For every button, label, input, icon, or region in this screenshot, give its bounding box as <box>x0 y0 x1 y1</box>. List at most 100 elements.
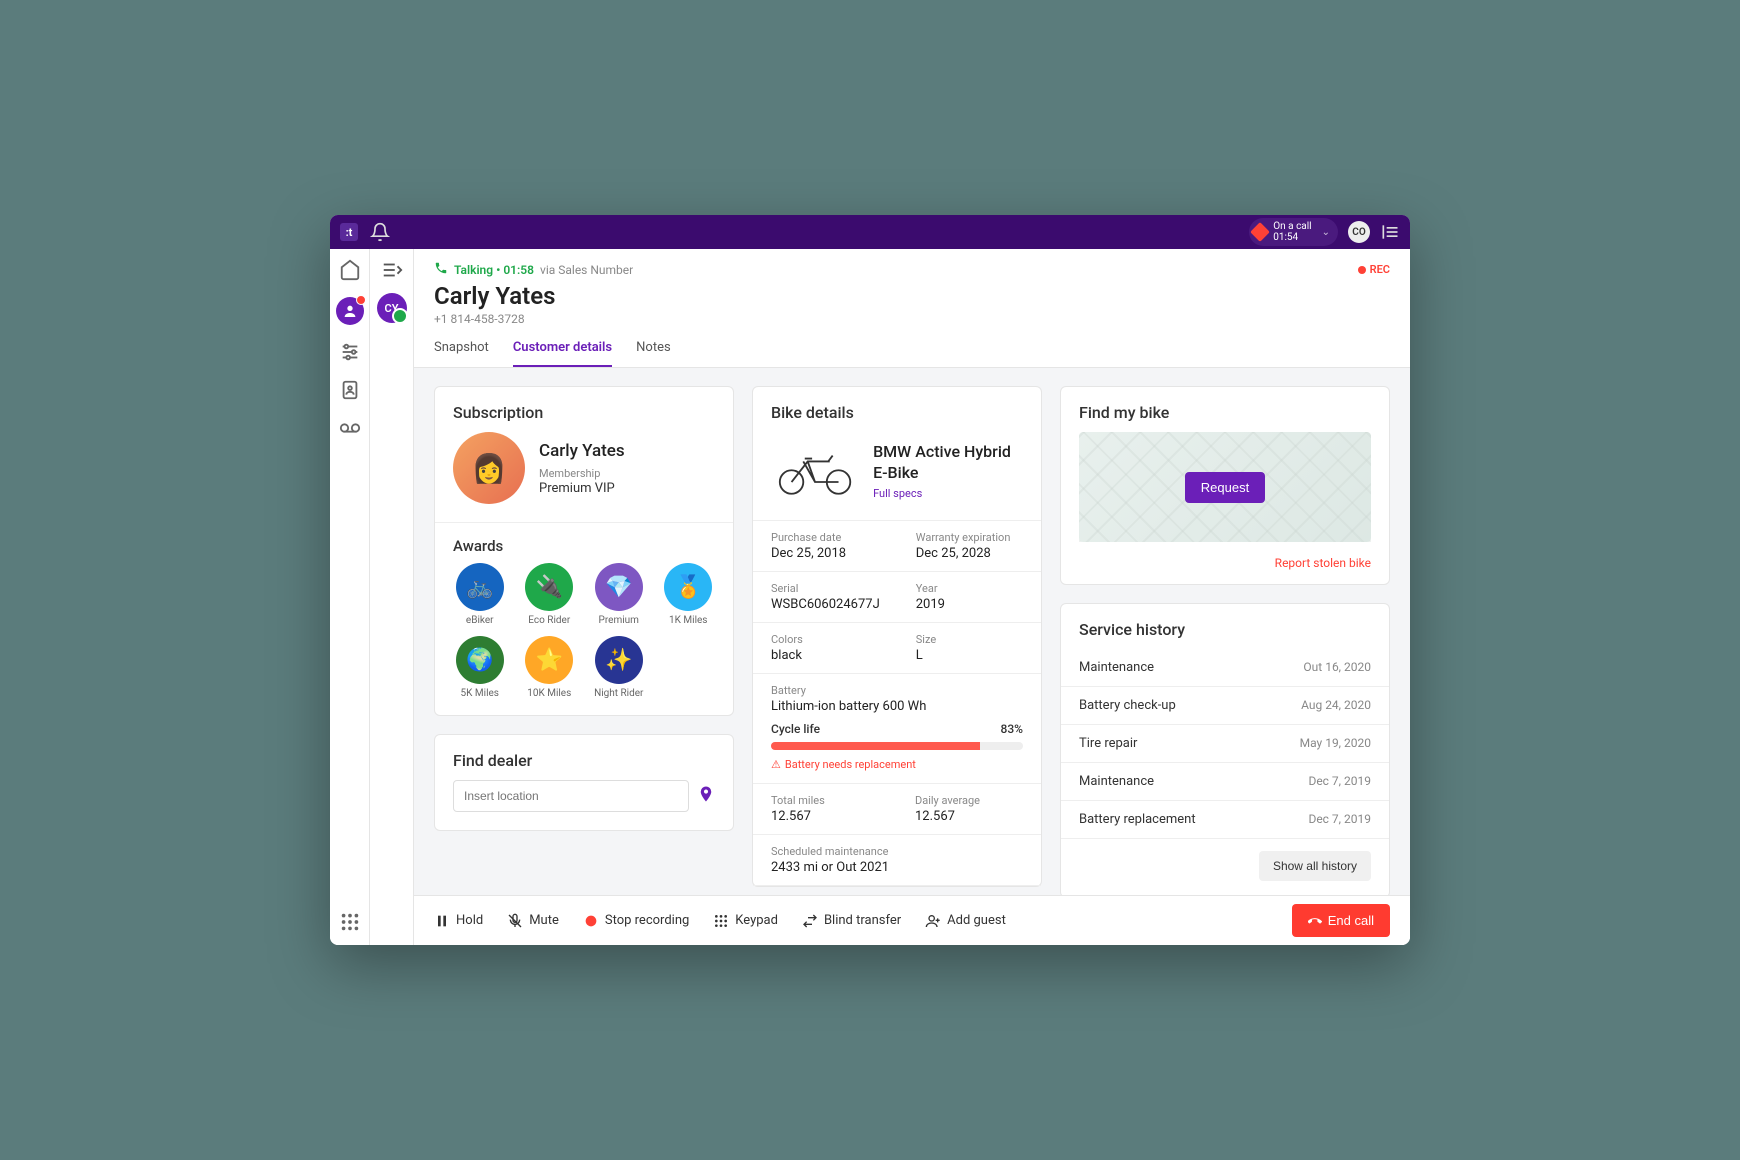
award-label: Eco Rider <box>528 615 570 626</box>
full-specs-link[interactable]: Full specs <box>873 487 1023 500</box>
award-item: 🔌Eco Rider <box>519 563 581 626</box>
bike-title: Bike details <box>753 387 1041 432</box>
cycle-life-label: Cycle life <box>771 722 820 736</box>
location-pin-icon[interactable] <box>697 785 715 808</box>
app-window: :t On a call 01:54 ⌄ CO <box>330 215 1410 945</box>
tab-notes[interactable]: Notes <box>636 340 671 367</box>
scheduled-maint-value: 2433 mi or Out 2021 <box>771 860 1023 875</box>
apps-grid-icon[interactable] <box>339 911 361 933</box>
award-label: Night Rider <box>594 688 643 699</box>
pause-icon <box>434 913 450 929</box>
award-label: 10K Miles <box>527 688 571 699</box>
mute-button[interactable]: Mute <box>507 913 559 929</box>
user-avatar[interactable]: CO <box>1348 221 1370 243</box>
award-label: eBiker <box>466 615 494 626</box>
warranty-value: Dec 25, 2028 <box>916 546 1023 561</box>
bike-image <box>771 436 859 506</box>
purchase-date-value: Dec 25, 2018 <box>771 546 880 561</box>
membership-label: Membership <box>539 467 625 480</box>
cycle-progress-bar <box>771 742 1023 750</box>
award-label: 5K Miles <box>461 688 499 699</box>
size-value: L <box>916 648 1023 663</box>
mic-off-icon <box>507 913 523 929</box>
history-date: Dec 7, 2019 <box>1308 774 1371 789</box>
find-bike-card: Find my bike Request Report stolen bike <box>1060 386 1390 585</box>
request-location-button[interactable]: Request <box>1185 472 1265 503</box>
history-date: Out 16, 2020 <box>1303 660 1371 675</box>
recording-indicator: REC <box>1358 263 1390 276</box>
award-item: 💎Premium <box>588 563 650 626</box>
tabs: Snapshot Customer details Notes <box>434 340 1390 367</box>
battery-warning: Battery needs replacement <box>771 758 1023 771</box>
subscription-name: Carly Yates <box>539 441 625 461</box>
contacts-icon[interactable] <box>336 297 364 325</box>
show-all-history-button[interactable]: Show all history <box>1259 851 1371 881</box>
bike-name: BMW Active Hybrid E-Bike <box>873 442 1023 484</box>
serial-label: Serial <box>771 582 880 595</box>
panel-toggle-icon[interactable] <box>1380 222 1400 242</box>
awards-title: Awards <box>435 523 733 563</box>
award-item: ⭐ 10K Miles <box>519 636 581 699</box>
history-row[interactable]: Maintenance Dec 7, 2019 <box>1061 763 1389 801</box>
contact-avatar[interactable]: CY <box>377 293 407 323</box>
record-icon <box>583 913 599 929</box>
status-diamond-icon <box>1250 222 1270 242</box>
phone-active-icon <box>434 261 448 278</box>
award-badge-icon: 🏅 <box>664 563 712 611</box>
tab-customer-details[interactable]: Customer details <box>513 340 612 367</box>
header: Talking • 01:58 via Sales Number REC Car… <box>414 249 1410 368</box>
hold-button[interactable]: Hold <box>434 913 483 929</box>
colors-label: Colors <box>771 633 880 646</box>
app-logo-icon[interactable]: :t <box>340 223 358 241</box>
hangup-icon <box>1308 914 1322 928</box>
bell-icon[interactable] <box>370 222 390 242</box>
award-label: 1K Miles <box>669 615 707 626</box>
find-dealer-card: Find dealer <box>434 734 734 831</box>
call-status-timer: 01:54 <box>1273 232 1311 243</box>
end-call-button[interactable]: End call <box>1292 904 1390 937</box>
daily-avg-value: 12.567 <box>915 809 1023 824</box>
bike-details-card: Bike details BMW Active Hybrid E-Bike Fu… <box>752 386 1042 887</box>
call-via-text: via Sales Number <box>540 263 633 277</box>
award-item: 🚲 eBiker <box>449 563 511 626</box>
stop-recording-button[interactable]: Stop recording <box>583 913 689 929</box>
find-bike-title: Find my bike <box>1061 387 1389 432</box>
award-badge-icon: 🚲 <box>456 563 504 611</box>
voicemail-icon[interactable] <box>339 417 361 439</box>
history-label: Maintenance <box>1079 774 1154 789</box>
call-status-text: Talking • 01:58 <box>454 263 534 277</box>
call-status-pill[interactable]: On a call 01:54 ⌄ <box>1249 218 1338 246</box>
year-label: Year <box>916 582 1023 595</box>
collapse-icon[interactable] <box>381 259 403 281</box>
sub-rail: CY <box>370 249 414 945</box>
add-person-icon <box>925 913 941 929</box>
history-row[interactable]: Battery check-upAug 24, 2020 <box>1061 687 1389 725</box>
add-guest-button[interactable]: Add guest <box>925 913 1006 929</box>
size-label: Size <box>916 633 1023 646</box>
blind-transfer-button[interactable]: Blind transfer <box>802 913 901 929</box>
history-row[interactable]: Tire repairMay 19, 2020 <box>1061 725 1389 763</box>
tab-snapshot[interactable]: Snapshot <box>434 340 489 367</box>
service-history-card: Service history MaintenanceOut 16, 2020B… <box>1060 603 1390 895</box>
call-controls-bar: Hold Mute Stop recording Keypad Blind tr… <box>414 895 1410 945</box>
address-book-icon[interactable] <box>339 379 361 401</box>
history-row[interactable]: Battery replacementDec 7, 2019 <box>1061 801 1389 839</box>
keypad-button[interactable]: Keypad <box>713 913 778 929</box>
settings-sliders-icon[interactable] <box>339 341 361 363</box>
award-badge-icon: ⭐ <box>525 636 573 684</box>
find-dealer-title: Find dealer <box>435 735 733 780</box>
transfer-icon <box>802 913 818 929</box>
home-icon[interactable] <box>339 259 361 281</box>
dealer-location-input[interactable] <box>453 780 689 812</box>
map-placeholder: Request <box>1079 432 1371 542</box>
award-label: Premium <box>599 615 639 626</box>
award-item: 🏅 1K Miles <box>658 563 720 626</box>
chevron-down-icon: ⌄ <box>1322 227 1330 238</box>
award-badge-icon: 🌍 <box>456 636 504 684</box>
history-label: Maintenance <box>1079 660 1154 675</box>
report-stolen-link[interactable]: Report stolen bike <box>1061 552 1389 584</box>
history-row[interactable]: Maintenance Out 16, 2020 <box>1061 649 1389 687</box>
customer-avatar: 👩 <box>453 432 525 504</box>
year-value: 2019 <box>916 597 1023 612</box>
customer-name: Carly Yates <box>434 282 1390 310</box>
